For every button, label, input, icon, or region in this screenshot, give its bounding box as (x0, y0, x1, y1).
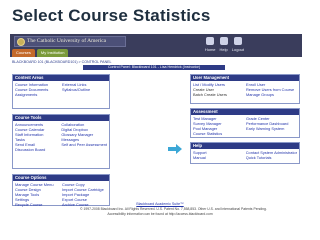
home-icon[interactable] (206, 37, 214, 45)
link-course-statistics[interactable]: Course Statistics (193, 131, 244, 136)
help-link[interactable]: Help (220, 47, 228, 52)
footer-accessibility: Accessibility information can be found a… (107, 211, 213, 216)
top-links: Home Help Logout (205, 47, 244, 52)
top-bar: The Catholic University of America Home … (10, 34, 302, 57)
footer: Blackboard Academic Suite™ © 1997-2008 B… (80, 202, 267, 216)
control-panel-header: Control Panel: Blackboard 101 - Lisa Hen… (83, 65, 225, 70)
panel-assessment: Assessment Test Manager Survey Manager P… (190, 108, 300, 138)
link-manual[interactable]: Manual (193, 155, 244, 160)
panel-user-management: User Management List / Modify Users Crea… (190, 74, 300, 104)
tab-my-institution[interactable]: My Institution (36, 49, 69, 57)
tab-courses[interactable]: Courses (12, 49, 35, 57)
link-assignments[interactable]: Assignments (15, 92, 60, 97)
logo-text: The Catholic University of America (27, 38, 107, 44)
home-link[interactable]: Home (205, 47, 216, 52)
arrow-right-icon (168, 144, 182, 154)
university-logo: The Catholic University of America (14, 36, 126, 47)
seal-icon (17, 38, 25, 46)
footer-copyright: © 1997-2008 Blackboard Inc. All Rights R… (80, 207, 267, 211)
link-quick-tutorials[interactable]: Quick Tutorials (246, 155, 297, 160)
tab-bar: Courses My Institution (12, 49, 69, 57)
link-manage-groups[interactable]: Manage Groups (246, 92, 297, 97)
panel-course-tools: Course Tools Announcements Course Calend… (12, 114, 110, 169)
slide-title: Select Course Statistics (12, 6, 211, 25)
link-recycle-course[interactable]: Recycle Course (15, 202, 60, 207)
link-syllabus[interactable]: Syllabus/Outline (62, 87, 107, 92)
logout-link[interactable]: Logout (232, 47, 244, 52)
help-icon[interactable] (220, 37, 228, 45)
link-discussion-board[interactable]: Discussion Board (15, 147, 59, 152)
link-early-warning-system[interactable]: Early Warning System (246, 126, 297, 131)
link-self-peer-assessment[interactable]: Self and Peer Assessment (61, 142, 107, 147)
panel-help: Help Support Manual Contact System Admin… (190, 142, 300, 164)
link-batch-create-users[interactable]: Batch Create Users (193, 92, 244, 97)
panel-content-areas: Content Areas Course Information Course … (12, 74, 110, 109)
blackboard-screenshot: The Catholic University of America Home … (10, 34, 302, 229)
logout-icon[interactable] (234, 37, 242, 45)
breadcrumb[interactable]: BLACKBOARD 101 (BLACKBOARD101) > CONTROL… (12, 60, 112, 64)
top-icons (206, 37, 242, 45)
